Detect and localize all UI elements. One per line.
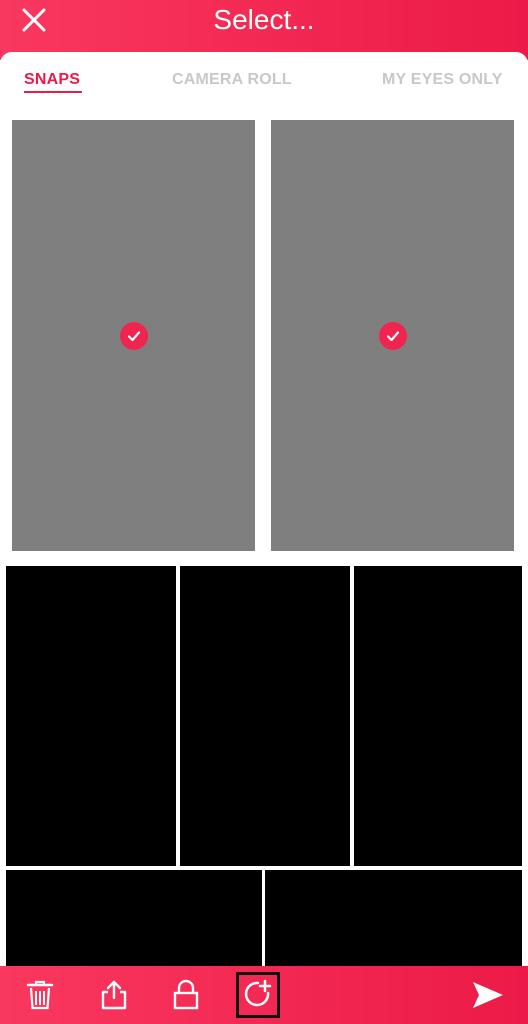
snap-thumbnail[interactable]	[271, 120, 514, 551]
share-button[interactable]	[90, 966, 138, 1024]
tab-snaps[interactable]: SNAPS	[24, 70, 80, 90]
bottom-toolbar	[0, 966, 528, 1024]
media-thumbnail[interactable]	[354, 566, 522, 866]
tab-my-eyes-only[interactable]: MY EYES ONLY	[382, 70, 503, 90]
add-to-story-icon	[244, 979, 272, 1007]
send-button[interactable]	[464, 966, 512, 1024]
checkmark-icon	[386, 330, 399, 341]
media-thumbnail[interactable]	[180, 566, 350, 866]
page-title: Select...	[213, 4, 315, 35]
trash-icon	[26, 980, 54, 1010]
media-thumbnail[interactable]	[265, 870, 522, 966]
add-to-story-button[interactable]	[234, 966, 282, 1024]
lock-icon	[173, 979, 199, 1010]
snap-thumbnail[interactable]	[12, 120, 255, 551]
send-icon	[473, 982, 503, 1008]
share-icon	[101, 980, 127, 1010]
selected-checkmark	[378, 321, 407, 350]
tab-active-indicator	[24, 91, 82, 93]
selected-checkmark	[119, 321, 148, 350]
tab-camera-roll[interactable]: CAMERA ROLL	[172, 70, 292, 90]
media-thumbnail[interactable]	[6, 566, 176, 866]
checkmark-icon	[127, 330, 140, 341]
delete-button[interactable]	[16, 966, 64, 1024]
media-thumbnail[interactable]	[6, 870, 262, 966]
lock-button[interactable]	[162, 966, 210, 1024]
